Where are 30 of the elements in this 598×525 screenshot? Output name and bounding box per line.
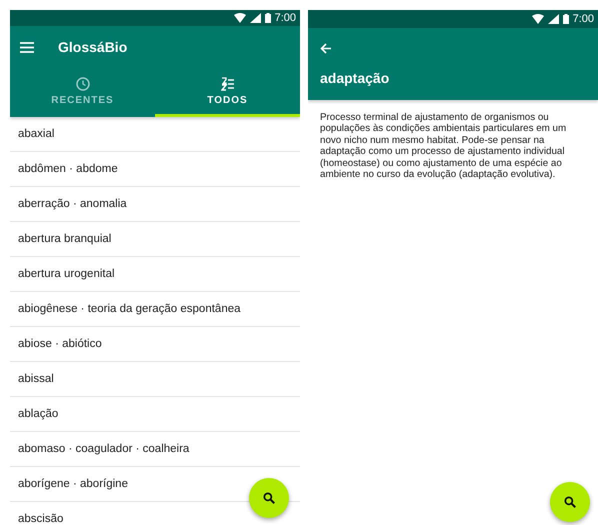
search-button[interactable] [249,478,289,518]
list-item[interactable]: abomaso · coagulador · coalheira [10,432,300,467]
status-time: 7:00 [274,12,296,24]
signal-icon [250,13,261,23]
list-item[interactable]: ablação [10,397,300,432]
search-icon [262,491,276,505]
term-title: adaptação [320,70,390,86]
search-button[interactable] [550,482,590,522]
definition-text: Processo terminal de ajustamento de organismos ou populações às condições ambientais particulares em um novo nicho num mesmo habitat. Pode-se pensar na adaptação como um processo de ajustamento individual (homeostase) ou como ajustamento de uma espécie ao ambiente no curso da evolução (adaptação evolutiva). [320,112,568,180]
wifi-icon [234,13,246,23]
signal-icon [548,14,559,24]
status-time: 7:00 [572,13,594,25]
clock-icon [76,76,90,90]
list-item[interactable]: abiogênese · teoria da geração espontânea [10,292,300,327]
app-title: GlossáBio [58,39,128,55]
menu-icon[interactable] [20,42,34,52]
list-item[interactable]: abaxial [10,117,300,152]
sort-list-icon [220,76,234,90]
list-item[interactable]: abiose · abiótico [10,327,300,362]
list-item[interactable]: abissal [10,362,300,397]
list-item[interactable]: abdômen · abdome [10,152,300,187]
list-item[interactable]: aberração · anomalia [10,187,300,222]
list-item[interactable]: abertura urogenital [10,257,300,292]
back-arrow-icon[interactable] [320,42,332,54]
search-icon [563,495,577,509]
wifi-icon [532,14,544,24]
list-item[interactable]: abertura branquial [10,222,300,257]
tab[interactable]: TODOS [155,68,300,117]
battery-icon [562,14,569,24]
battery-icon [264,13,271,23]
